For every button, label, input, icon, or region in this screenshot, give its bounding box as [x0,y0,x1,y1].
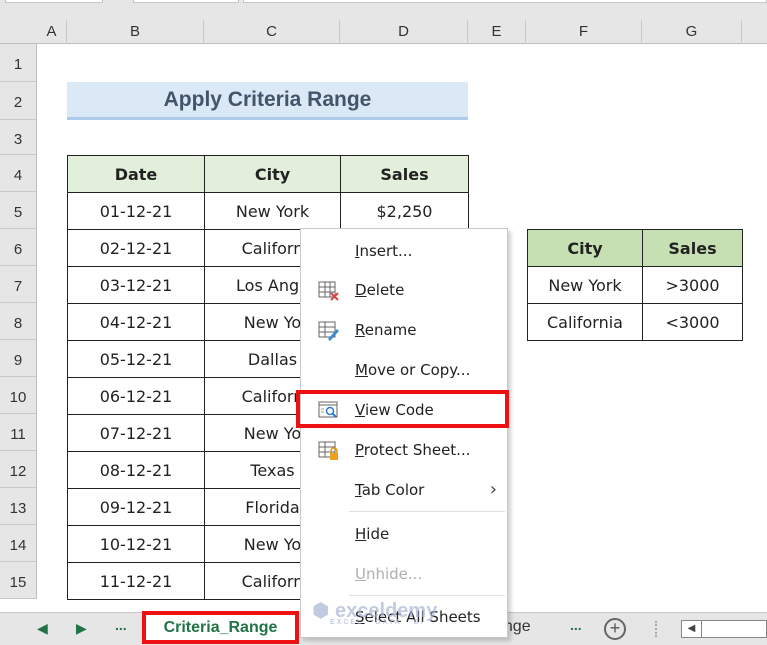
date-cell[interactable]: 03-12-21 [67,266,205,304]
formula-bar-area [0,0,767,20]
row-header-8[interactable]: 8 [0,303,37,340]
formula-input[interactable] [243,0,767,3]
menu-item-rename[interactable]: Rename [301,314,507,346]
criteria-header-city[interactable]: City [527,229,643,267]
protect-sheet-icon [318,441,338,460]
date-cell[interactable]: 08-12-21 [67,451,205,489]
row-header-2[interactable]: 2 [0,82,37,120]
sheet-tab-criteria-range[interactable]: Criteria_Range [142,611,299,644]
criteria-row: New York >3000 [527,266,743,304]
column-header-f[interactable]: F [526,20,642,44]
menu-label: Tab Color [355,481,425,499]
prev-sheet-arrow-icon[interactable]: ◀ [37,620,48,637]
criteria-sales-cell[interactable]: >3000 [642,266,743,304]
tab-split-handle[interactable] [655,621,658,637]
menu-item-delete[interactable]: Delete [301,274,507,306]
column-header-g[interactable]: G [642,20,742,44]
criteria-header-sales[interactable]: Sales [642,229,743,267]
table-row: 01-12-21 New York $2,250 [67,192,469,230]
row-header-15[interactable]: 15 [0,562,37,599]
delete-sheet-icon [318,281,339,301]
menu-label: Rename [355,321,417,339]
menu-label: Protect Sheet... [355,441,471,459]
submenu-chevron-icon: › [489,479,497,500]
row-header-5[interactable]: 5 [0,192,37,229]
scroll-left-icon[interactable]: ◀ [682,621,702,637]
row-header-13[interactable]: 13 [0,488,37,525]
menu-item-insert[interactable]: Insert... [301,235,507,267]
header-city[interactable]: City [204,155,341,193]
date-cell[interactable]: 02-12-21 [67,229,205,267]
sheet-tab-context-menu: Insert... Delete Rename Move or Copy... … [300,228,508,638]
criteria-row: California <3000 [527,303,743,341]
row-header-11[interactable]: 11 [0,414,37,451]
sheet-title: Apply Criteria Range [67,82,468,120]
row-header-4[interactable]: 4 [0,155,37,192]
menu-label: Move or Copy... [355,361,471,379]
name-box[interactable] [5,0,103,3]
add-sheet-icon[interactable]: + [604,618,626,640]
horizontal-scrollbar[interactable]: ◀ [681,620,767,638]
criteria-city-cell[interactable]: California [527,303,643,341]
column-header-e[interactable]: E [468,20,526,44]
date-cell[interactable]: 04-12-21 [67,303,205,341]
criteria-city-cell[interactable]: New York [527,266,643,304]
column-header-a[interactable]: A [37,20,67,44]
more-sheets-right-button[interactable]: ... [570,617,582,633]
formula-buttons [133,0,239,3]
date-cell[interactable]: 07-12-21 [67,414,205,452]
row-header-3[interactable]: 3 [0,120,37,155]
menu-item-hide[interactable]: Hide [301,518,507,550]
column-header-c[interactable]: C [204,20,340,44]
column-header-d[interactable]: D [340,20,468,44]
row-header-10[interactable]: 10 [0,377,37,414]
row-header-14[interactable]: 14 [0,525,37,562]
menu-item-tab-color[interactable]: Tab Color › [301,474,507,506]
more-sheets-left-button[interactable]: ... [115,617,127,633]
date-cell[interactable]: 01-12-21 [67,192,205,230]
row-header-1[interactable]: 1 [0,44,37,82]
menu-label: Delete [355,281,405,299]
criteria-sales-cell[interactable]: <3000 [642,303,743,341]
date-cell[interactable]: 10-12-21 [67,525,205,563]
menu-item-move-copy[interactable]: Move or Copy... [301,354,507,386]
row-header-9[interactable]: 9 [0,340,37,377]
watermark: ⬢ exceldemy EXCEL · DATA · BI [312,598,437,626]
header-date[interactable]: Date [67,155,205,193]
row-header-12[interactable]: 12 [0,451,37,488]
menu-label: Hide [355,525,390,543]
header-sales[interactable]: Sales [340,155,469,193]
column-header-b[interactable]: B [67,20,204,44]
row-header-7[interactable]: 7 [0,266,37,303]
watermark-tagline: EXCEL · DATA · BI [330,619,425,626]
rename-sheet-icon [318,321,339,341]
view-code-highlight [296,390,509,428]
date-cell[interactable]: 09-12-21 [67,488,205,526]
city-cell[interactable]: New York [204,192,341,230]
menu-separator [349,595,505,596]
sales-cell[interactable]: $2,250 [340,192,469,230]
date-cell[interactable]: 05-12-21 [67,340,205,378]
next-sheet-arrow-icon[interactable]: ▶ [76,620,87,637]
criteria-table: City Sales New York >3000 California <3000 [527,229,743,341]
menu-label: Unhide... [355,565,423,583]
row-header-6[interactable]: 6 [0,229,37,266]
menu-separator [349,511,505,512]
watermark-logo-icon: ⬢ [312,600,330,622]
menu-item-unhide: Unhide... [301,558,507,590]
column-headers: A B C D E F G [0,20,767,44]
date-cell[interactable]: 06-12-21 [67,377,205,415]
menu-label: Insert... [355,242,413,260]
menu-item-protect-sheet[interactable]: Protect Sheet... [301,434,507,466]
date-cell[interactable]: 11-12-21 [67,562,205,600]
